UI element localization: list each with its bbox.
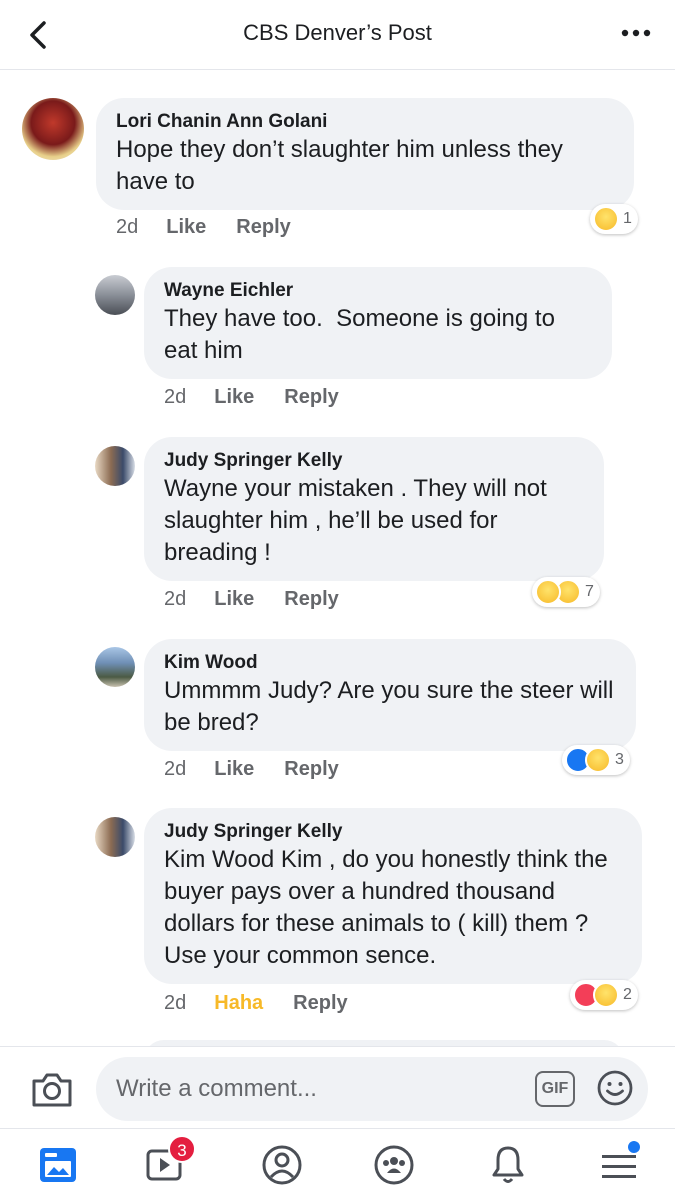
comment-author[interactable]: Wayne Eichler [164, 279, 592, 303]
comment-time: 2d [116, 216, 139, 238]
comment-bubble[interactable]: Judy Springer Kelly Kim Wood Kim , do yo… [144, 808, 642, 984]
avatar[interactable] [95, 275, 135, 315]
news-feed-icon[interactable] [36, 1143, 80, 1187]
reaction-summary[interactable]: 3 [562, 745, 630, 775]
groups-icon[interactable] [372, 1143, 416, 1187]
reaction-count: 3 [615, 751, 624, 768]
haha-reaction-icon [585, 747, 611, 773]
like-button[interactable]: Like [166, 216, 206, 239]
comment-bubble[interactable]: Judy Springer Kelly Wayne your mistaken … [144, 437, 604, 581]
like-button[interactable]: Like [214, 588, 254, 611]
haha-reaction-icon [593, 206, 619, 232]
comment-time: 2d [164, 758, 187, 780]
notification-badge: 3 [168, 1135, 196, 1163]
comment-bubble[interactable]: Lori Chanin Ann Golani Hope they don’t s… [96, 98, 634, 210]
bottom-tab-bar: 3 [0, 1128, 675, 1200]
reply-button[interactable]: Reply [236, 216, 290, 239]
comment-text: Kim Wood Kim , do you honestly think the… [164, 846, 615, 969]
page-title: CBS Denver’s Post [243, 20, 432, 45]
comment-actions: 2d Like Reply [164, 386, 369, 409]
reply-button[interactable]: Reply [284, 758, 338, 781]
haha-reaction-icon [535, 579, 561, 605]
emoji-icon[interactable] [596, 1069, 634, 1107]
comment-text: Hope they don’t slaughter him unless the… [116, 136, 570, 195]
reply-button[interactable]: Reply [293, 992, 347, 1015]
avatar[interactable] [95, 446, 135, 486]
camera-icon[interactable] [30, 1069, 74, 1109]
reaction-count: 1 [623, 210, 632, 227]
comment-time: 2d [164, 992, 187, 1014]
tab-menu[interactable] [598, 1141, 642, 1187]
notification-dot [628, 1141, 640, 1153]
reaction-summary[interactable]: 2 [570, 980, 638, 1010]
like-button[interactable]: Like [214, 386, 254, 409]
comment-bubble[interactable]: Kim Wood Ummmm Judy? Are you sure the st… [144, 639, 636, 751]
haha-button[interactable]: Haha [214, 992, 263, 1015]
avatar[interactable] [22, 98, 84, 160]
comment-author[interactable]: Kim Wood [164, 651, 616, 675]
comment-time: 2d [164, 588, 187, 610]
comment-composer: GIF [0, 1046, 675, 1128]
notifications-bell-icon[interactable] [486, 1143, 530, 1187]
more-options-icon[interactable] [619, 20, 653, 46]
reaction-summary[interactable]: 7 [532, 577, 600, 607]
reaction-count: 7 [585, 583, 594, 600]
comment-actions: 2d Like Reply [116, 216, 321, 239]
reaction-summary[interactable]: 1 [590, 204, 638, 234]
comment-text: They have too. Someone is going to eat h… [164, 305, 562, 364]
comment-time: 2d [164, 386, 187, 408]
profile-icon[interactable] [260, 1143, 304, 1187]
avatar[interactable] [95, 647, 135, 687]
comment-actions: 2d Haha Reply [164, 992, 378, 1015]
reaction-count: 2 [623, 986, 632, 1003]
comment-text: Ummmm Judy? Are you sure the steer will … [164, 677, 621, 736]
comment-actions: 2d Like Reply [164, 758, 369, 781]
reply-button[interactable]: Reply [284, 386, 338, 409]
comment-text: Wayne your mistaken . They will not slau… [164, 475, 554, 566]
comment-bubble[interactable]: Wayne Eichler They have too. Someone is … [144, 267, 612, 379]
reply-button[interactable]: Reply [284, 588, 338, 611]
like-button[interactable]: Like [214, 758, 254, 781]
gif-button[interactable]: GIF [535, 1071, 575, 1107]
comment-author[interactable]: Judy Springer Kelly [164, 820, 622, 844]
haha-reaction-icon [593, 982, 619, 1008]
comment-actions: 2d Like Reply [164, 588, 369, 611]
comment-author[interactable]: Judy Springer Kelly [164, 449, 584, 473]
tab-watch[interactable]: 3 [144, 1135, 196, 1187]
avatar[interactable] [95, 817, 135, 857]
comment-author[interactable]: Lori Chanin Ann Golani [116, 110, 614, 134]
top-bar: CBS Denver’s Post [0, 0, 675, 70]
